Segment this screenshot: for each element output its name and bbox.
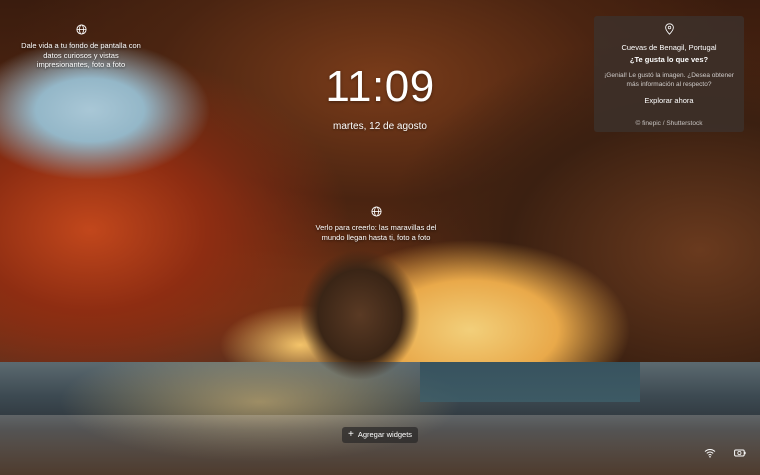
add-widgets-label: Agregar widgets bbox=[357, 430, 413, 439]
location-pin-icon bbox=[664, 23, 674, 35]
spotlight-hint-left[interactable]: Dale vida a tu fondo de pantalla con dat… bbox=[20, 24, 142, 70]
wifi-icon[interactable] bbox=[704, 448, 716, 458]
spotlight-description: ¡Genial! Le gustó la imagen. ¿Desea obte… bbox=[604, 72, 734, 88]
lockscreen-date: martes, 12 de agosto bbox=[333, 121, 427, 132]
globe-icon bbox=[75, 24, 87, 35]
explore-now-link[interactable]: Explorar ahora bbox=[644, 96, 693, 105]
spotlight-hint-left-text: Dale vida a tu fondo de pantalla con dat… bbox=[21, 41, 141, 69]
spotlight-location: Cuevas de Benagil, Portugal bbox=[621, 43, 717, 52]
globe-icon bbox=[370, 206, 382, 217]
battery-icon[interactable] bbox=[734, 448, 746, 458]
spotlight-info-card: Cuevas de Benagil, Portugal ¿Te gusta lo… bbox=[594, 16, 744, 132]
wallpaper-rock-pillar bbox=[300, 250, 420, 380]
spotlight-hint-center[interactable]: Verlo para creerlo: las maravillas del m… bbox=[315, 206, 437, 242]
plus-icon: + bbox=[348, 429, 354, 440]
spotlight-hint-center-text: Verlo para creerlo: las maravillas del m… bbox=[315, 223, 437, 242]
spotlight-like-question[interactable]: ¿Te gusta lo que ves? bbox=[594, 55, 744, 64]
spotlight-credit: © finepic / Shutterstock bbox=[635, 120, 703, 127]
lockscreen-clock: 11:09 bbox=[325, 62, 435, 111]
add-widgets-button[interactable]: + Agregar widgets bbox=[342, 427, 419, 443]
